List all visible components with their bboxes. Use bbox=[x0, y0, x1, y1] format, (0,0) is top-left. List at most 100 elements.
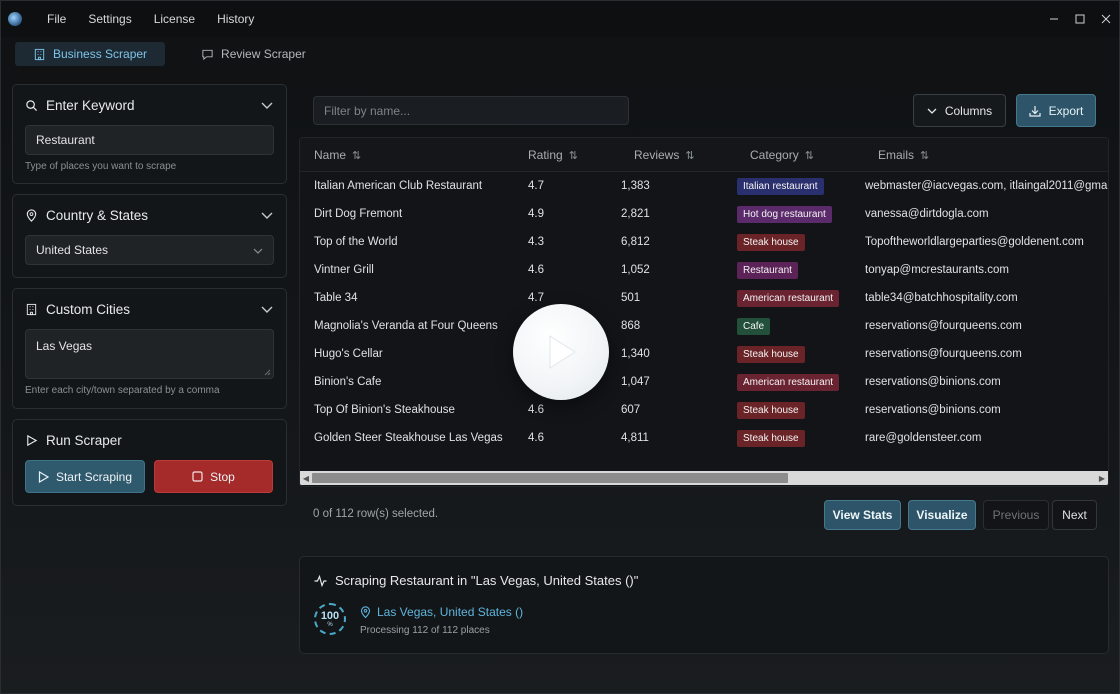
table-row[interactable]: Hugo's Cellar 1,340 Steak house reservation… bbox=[300, 340, 1108, 368]
table-row[interactable]: Table 34 4.7 501 American restaurant table34… bbox=[300, 284, 1108, 312]
cell-reviews: 6,812 bbox=[621, 236, 650, 248]
maximize-icon[interactable] bbox=[1067, 1, 1093, 37]
keyword-hint: Type of places you want to scrape bbox=[25, 161, 177, 172]
column-header-label: Rating bbox=[528, 148, 563, 162]
run-header: Run Scraper bbox=[13, 420, 286, 460]
scrollbar-thumb[interactable] bbox=[312, 473, 788, 483]
chevron-down-icon[interactable] bbox=[260, 208, 274, 222]
search-icon bbox=[26, 99, 38, 111]
table-row[interactable]: Dirt Dog Fremont 4.9 2,821 Hot dog restaura… bbox=[300, 200, 1108, 228]
country-select[interactable]: United States bbox=[25, 235, 274, 265]
cell-name: Golden Steer Steakhouse Las Vegas bbox=[314, 432, 503, 444]
cell-name: Italian American Club Restaurant bbox=[314, 180, 483, 192]
sort-icon[interactable]: ⇅ bbox=[352, 149, 361, 162]
sort-icon[interactable]: ⇅ bbox=[685, 149, 694, 162]
column-header-emails[interactable]: Emails ⇅ bbox=[878, 138, 929, 172]
start-scraping-button[interactable]: Start Scraping bbox=[25, 460, 145, 493]
category-badge: American restaurant bbox=[737, 289, 840, 307]
app-logo-icon bbox=[8, 12, 22, 26]
cell-rating: 4.6 bbox=[528, 404, 544, 416]
table-row[interactable]: Golden Steer Steakhouse Las Vegas 4.6 4,81… bbox=[300, 424, 1108, 452]
column-header-name[interactable]: Name ⇅ bbox=[314, 138, 361, 172]
activity-icon bbox=[314, 574, 327, 587]
next-button[interactable]: Next bbox=[1052, 500, 1097, 530]
view-stats-button[interactable]: View Stats bbox=[824, 500, 901, 530]
category-badge: Italian restaurant bbox=[737, 177, 824, 195]
cell-category: Steak house bbox=[737, 396, 805, 424]
table-row[interactable]: Vintner Grill 4.6 1,052 Restaurant tonyap@mc… bbox=[300, 256, 1108, 284]
cell-email: tonyap@mcrestaurants.com bbox=[865, 264, 1009, 276]
chevron-down-icon bbox=[927, 108, 937, 114]
cell-reviews: 1,047 bbox=[621, 376, 650, 388]
keyword-card: Enter Keyword Restaurant Type of places … bbox=[12, 84, 287, 184]
column-header-category[interactable]: Category ⇅ bbox=[750, 138, 814, 172]
cities-header[interactable]: Custom Cities bbox=[13, 289, 286, 329]
tab-business-scraper[interactable]: Business Scraper bbox=[15, 42, 166, 66]
table-row[interactable]: Italian American Club Restaurant 4.7 1,383… bbox=[300, 172, 1108, 200]
table-row[interactable]: Binion's Cafe 1,047 American restaurant res… bbox=[300, 368, 1108, 396]
tab-review-scraper[interactable]: Review Scraper bbox=[183, 42, 324, 66]
scroll-right-icon[interactable]: ▶ bbox=[1096, 471, 1108, 485]
country-header[interactable]: Country & States bbox=[13, 195, 286, 235]
cell-name: Hugo's Cellar bbox=[314, 348, 383, 360]
cell-category: Steak house bbox=[737, 424, 805, 452]
table-row[interactable]: Top Of Binion's Steakhouse 4.6 607 Steak ho… bbox=[300, 396, 1108, 424]
minimize-icon[interactable] bbox=[1041, 1, 1067, 37]
sort-icon[interactable]: ⇅ bbox=[805, 149, 814, 162]
close-icon[interactable] bbox=[1093, 1, 1119, 37]
cell-rating: 4.7 bbox=[528, 180, 544, 192]
menu-file[interactable]: File bbox=[36, 12, 77, 26]
chevron-down-icon[interactable] bbox=[260, 302, 274, 316]
menu-history[interactable]: History bbox=[206, 12, 265, 26]
scroll-left-icon[interactable]: ◀ bbox=[300, 471, 312, 485]
progress-ring: 100 % bbox=[314, 603, 346, 635]
stop-button[interactable]: Stop bbox=[154, 460, 273, 493]
filter-input[interactable]: Filter by name... bbox=[313, 96, 629, 125]
cell-rating: 4.3 bbox=[528, 236, 544, 248]
stop-icon bbox=[192, 471, 203, 482]
column-header-label: Reviews bbox=[634, 148, 680, 162]
column-header-rating[interactable]: Rating ⇅ bbox=[528, 138, 578, 172]
export-button[interactable]: Export bbox=[1016, 94, 1096, 127]
tab-business-label: Business Scraper bbox=[53, 47, 148, 61]
tab-review-label: Review Scraper bbox=[221, 47, 306, 61]
menubar: File Settings License History bbox=[1, 1, 1119, 37]
category-badge: Cafe bbox=[737, 317, 771, 335]
cell-reviews: 501 bbox=[621, 292, 641, 304]
menu-settings[interactable]: Settings bbox=[77, 12, 142, 26]
table-row[interactable]: Top of the World 4.3 6,812 Steak house Topof… bbox=[300, 228, 1108, 256]
table-row[interactable]: Magnolia's Veranda at Four Queens 868 Cafe… bbox=[300, 312, 1108, 340]
cities-hint: Enter each city/town separated by a comm… bbox=[25, 385, 220, 396]
cities-textarea[interactable]: Las Vegas bbox=[25, 329, 274, 379]
cell-category: Steak house bbox=[737, 228, 805, 256]
horizontal-scrollbar[interactable]: ◀ ▶ bbox=[300, 471, 1108, 485]
category-badge: Steak house bbox=[737, 233, 805, 251]
column-header-reviews[interactable]: Reviews ⇅ bbox=[634, 138, 695, 172]
keyword-input[interactable]: Restaurant bbox=[25, 125, 274, 155]
play-icon bbox=[38, 470, 49, 483]
menu-license[interactable]: License bbox=[143, 12, 206, 26]
video-play-button[interactable] bbox=[513, 304, 609, 400]
cell-category: Hot dog restaurant bbox=[737, 200, 832, 228]
chevron-down-icon[interactable] bbox=[260, 98, 274, 112]
visualize-button[interactable]: Visualize bbox=[908, 500, 976, 530]
progress-location-label: Las Vegas, United States () bbox=[377, 605, 524, 619]
columns-button[interactable]: Columns bbox=[913, 94, 1006, 127]
columns-label: Columns bbox=[944, 103, 993, 118]
country-card: Country & States United States bbox=[12, 194, 287, 278]
progress-location: Las Vegas, United States () bbox=[360, 605, 523, 619]
cell-category: Cafe bbox=[737, 312, 771, 340]
sort-icon[interactable]: ⇅ bbox=[569, 149, 578, 162]
cell-reviews: 2,821 bbox=[621, 208, 650, 220]
previous-button[interactable]: Previous bbox=[983, 500, 1049, 530]
cell-category: Italian restaurant bbox=[737, 172, 824, 200]
sort-icon[interactable]: ⇅ bbox=[920, 149, 929, 162]
progress-title: Scraping Restaurant in "Las Vegas, Unite… bbox=[335, 573, 639, 588]
resize-handle-icon[interactable] bbox=[264, 369, 271, 376]
keyword-header[interactable]: Enter Keyword bbox=[13, 85, 286, 125]
results-table: Name ⇅ Rating ⇅ Reviews ⇅ Category ⇅ Emails ⇅… bbox=[299, 137, 1109, 487]
category-badge: Steak house bbox=[737, 401, 805, 419]
cell-reviews: 1,052 bbox=[621, 264, 650, 276]
cell-email: Topoftheworldlargeparties@goldenent.com bbox=[865, 236, 1084, 248]
scraper-tabs: Business Scraper Review Scraper bbox=[15, 42, 324, 66]
